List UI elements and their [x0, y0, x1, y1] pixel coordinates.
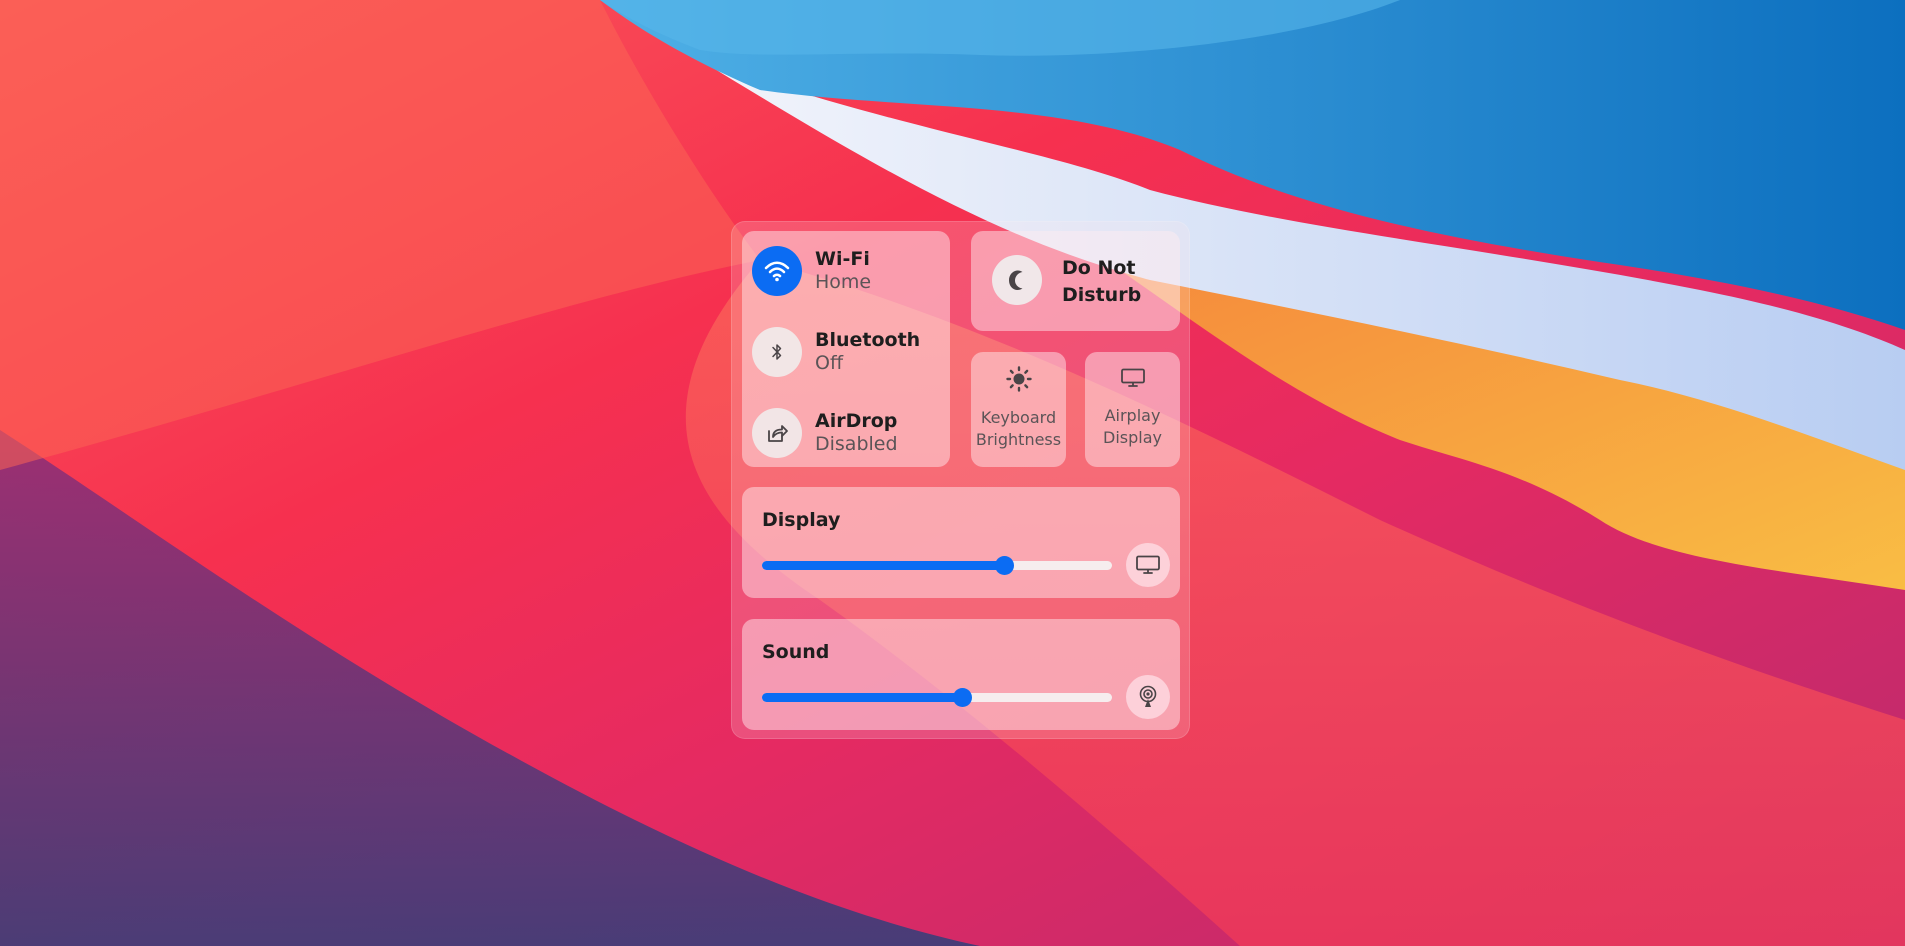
wifi-title: Wi-Fi — [815, 248, 870, 270]
wifi-text: Wi-Fi Home — [815, 248, 871, 294]
airplay-display-label-line1: Airplay — [1104, 406, 1161, 425]
monitor-icon — [1136, 555, 1160, 574]
keyboard-brightness-tile[interactable]: Keyboard Brightness — [971, 352, 1066, 467]
sound-title: Sound — [762, 641, 830, 663]
display-slider-thumb[interactable] — [994, 556, 1014, 575]
control-center-panel: Wi-Fi Home Bluetooth Off AirDrop Disable… — [731, 221, 1190, 739]
monitor-icon — [1085, 368, 1180, 388]
airdrop-text: AirDrop Disabled — [815, 410, 898, 456]
display-tile: Display — [742, 487, 1180, 598]
network-tile: Wi-Fi Home Bluetooth Off AirDrop Disable… — [742, 231, 950, 467]
keyboard-brightness-label-line1: Keyboard — [980, 408, 1057, 427]
keyboard-brightness-label-line2: Brightness — [975, 430, 1062, 449]
bluetooth-title: Bluetooth — [815, 329, 921, 351]
airdrop-toggle[interactable]: AirDrop Disabled — [752, 407, 950, 459]
bluetooth-icon[interactable] — [752, 327, 802, 377]
display-brightness-slider[interactable] — [762, 556, 1112, 575]
airplay-display-tile[interactable]: Airplay Display — [1085, 352, 1180, 467]
do-not-disturb-tile[interactable]: Do Not Disturb — [971, 231, 1180, 331]
display-title: Display — [762, 509, 841, 531]
sound-tile: Sound — [742, 619, 1180, 730]
sound-slider-thumb[interactable] — [952, 688, 972, 707]
wifi-icon[interactable] — [752, 246, 802, 296]
bluetooth-status: Off — [815, 352, 844, 374]
sound-slider-fill — [762, 693, 962, 702]
bluetooth-text: Bluetooth Off — [815, 329, 920, 375]
bluetooth-toggle[interactable]: Bluetooth Off — [752, 326, 950, 378]
display-settings-button[interactable] — [1126, 543, 1170, 587]
airdrop-title: AirDrop — [815, 410, 898, 432]
airdrop-icon[interactable] — [752, 408, 802, 458]
sun-icon — [971, 366, 1066, 392]
do-not-disturb-label: Do Not Disturb — [1062, 257, 1142, 306]
display-slider-fill — [762, 561, 1004, 570]
wifi-toggle[interactable]: Wi-Fi Home — [752, 245, 950, 297]
airplay-display-label-line2: Display — [1103, 428, 1162, 447]
airplay-audio-button[interactable] — [1126, 675, 1170, 719]
wifi-status: Home — [815, 271, 872, 293]
airdrop-status: Disabled — [815, 433, 898, 455]
sound-volume-slider[interactable] — [762, 688, 1112, 707]
airplay-audio-icon — [1139, 685, 1157, 707]
moon-icon[interactable] — [992, 255, 1042, 305]
